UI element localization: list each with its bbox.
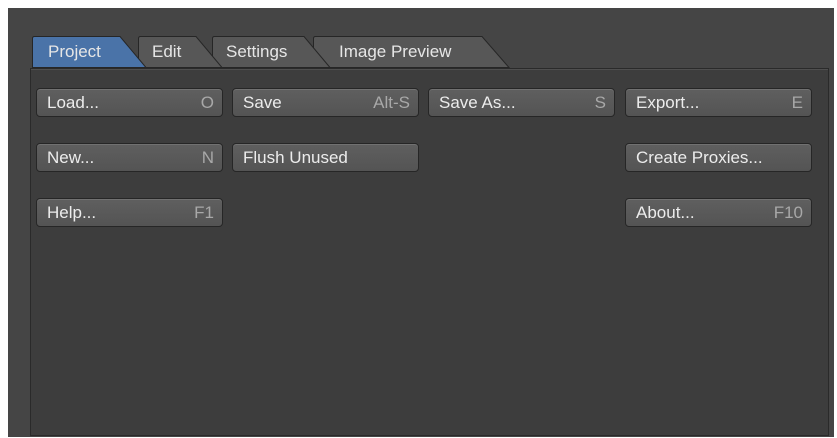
new-shortcut: N [201,148,214,167]
about-button-label: About... [636,203,695,222]
save-as-button[interactable]: Save As... S [428,88,615,117]
create-proxies-button-label: Create Proxies... [636,148,763,167]
new-button[interactable]: New... N [36,143,223,172]
help-button-label: Help... [47,203,97,222]
tab-image-preview[interactable]: Image Preview [313,36,538,68]
project-tab-content [30,68,829,436]
project-panel-window: Image Preview Settings Edit Project Load… [8,8,834,437]
tab-image-preview-label: Image Preview [339,42,452,61]
flush-unused-button[interactable]: Flush Unused [232,143,419,172]
tab-project-label: Project [48,42,101,61]
tab-edit-label: Edit [152,42,182,61]
save-button[interactable]: Save Alt-S [232,88,419,117]
tab-settings[interactable]: Settings [212,36,342,68]
save-shortcut: Alt-S [373,93,410,112]
save-as-button-label: Save As... [439,93,516,112]
help-button[interactable]: Help... F1 [36,198,223,227]
tab-project[interactable]: Project [32,36,157,68]
about-button[interactable]: About... F10 [625,198,812,227]
export-button[interactable]: Export... E [625,88,812,117]
export-button-label: Export... [636,93,700,112]
export-shortcut: E [791,93,803,112]
save-as-shortcut: S [594,93,606,112]
create-proxies-button[interactable]: Create Proxies... [625,143,812,172]
load-button-label: Load... [47,93,99,112]
tab-settings-label: Settings [226,42,288,61]
load-button[interactable]: Load... O [36,88,223,117]
flush-unused-button-label: Flush Unused [243,148,348,167]
load-shortcut: O [200,93,214,112]
about-shortcut: F10 [773,203,803,222]
new-button-label: New... [47,148,95,167]
save-button-label: Save [243,93,282,112]
help-shortcut: F1 [194,203,214,222]
